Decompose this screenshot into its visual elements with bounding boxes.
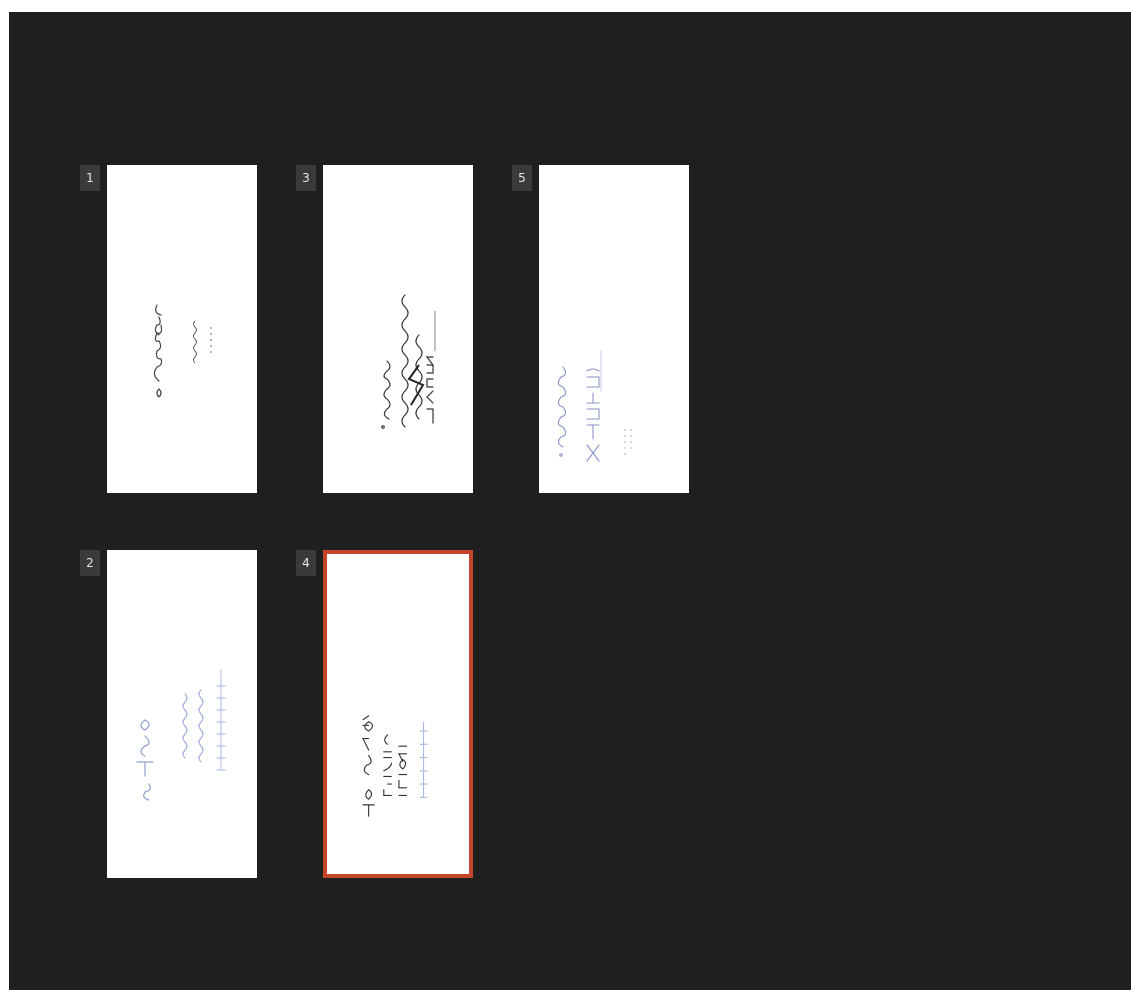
slide-thumbnail-selected[interactable]	[323, 550, 473, 878]
slide-thumbnail[interactable]	[323, 165, 473, 493]
slide-thumbnail[interactable]	[539, 165, 689, 493]
slide-thumbnail[interactable]	[107, 165, 257, 493]
slide-number-badge: 5	[512, 165, 532, 191]
slide-sorter-view: 1 3 5 2 4	[9, 12, 1131, 990]
handwriting-image	[381, 294, 436, 429]
slide-thumbnail[interactable]	[107, 550, 257, 878]
handwriting-image	[362, 715, 428, 817]
handwriting-image	[153, 304, 212, 398]
slide-number-badge: 1	[80, 165, 100, 191]
handwriting-image	[557, 350, 632, 462]
slide-number-badge: 3	[296, 165, 316, 191]
handwriting-image	[136, 669, 226, 801]
slide-number-badge: 4	[296, 550, 316, 576]
slide-number-badge: 2	[80, 550, 100, 576]
